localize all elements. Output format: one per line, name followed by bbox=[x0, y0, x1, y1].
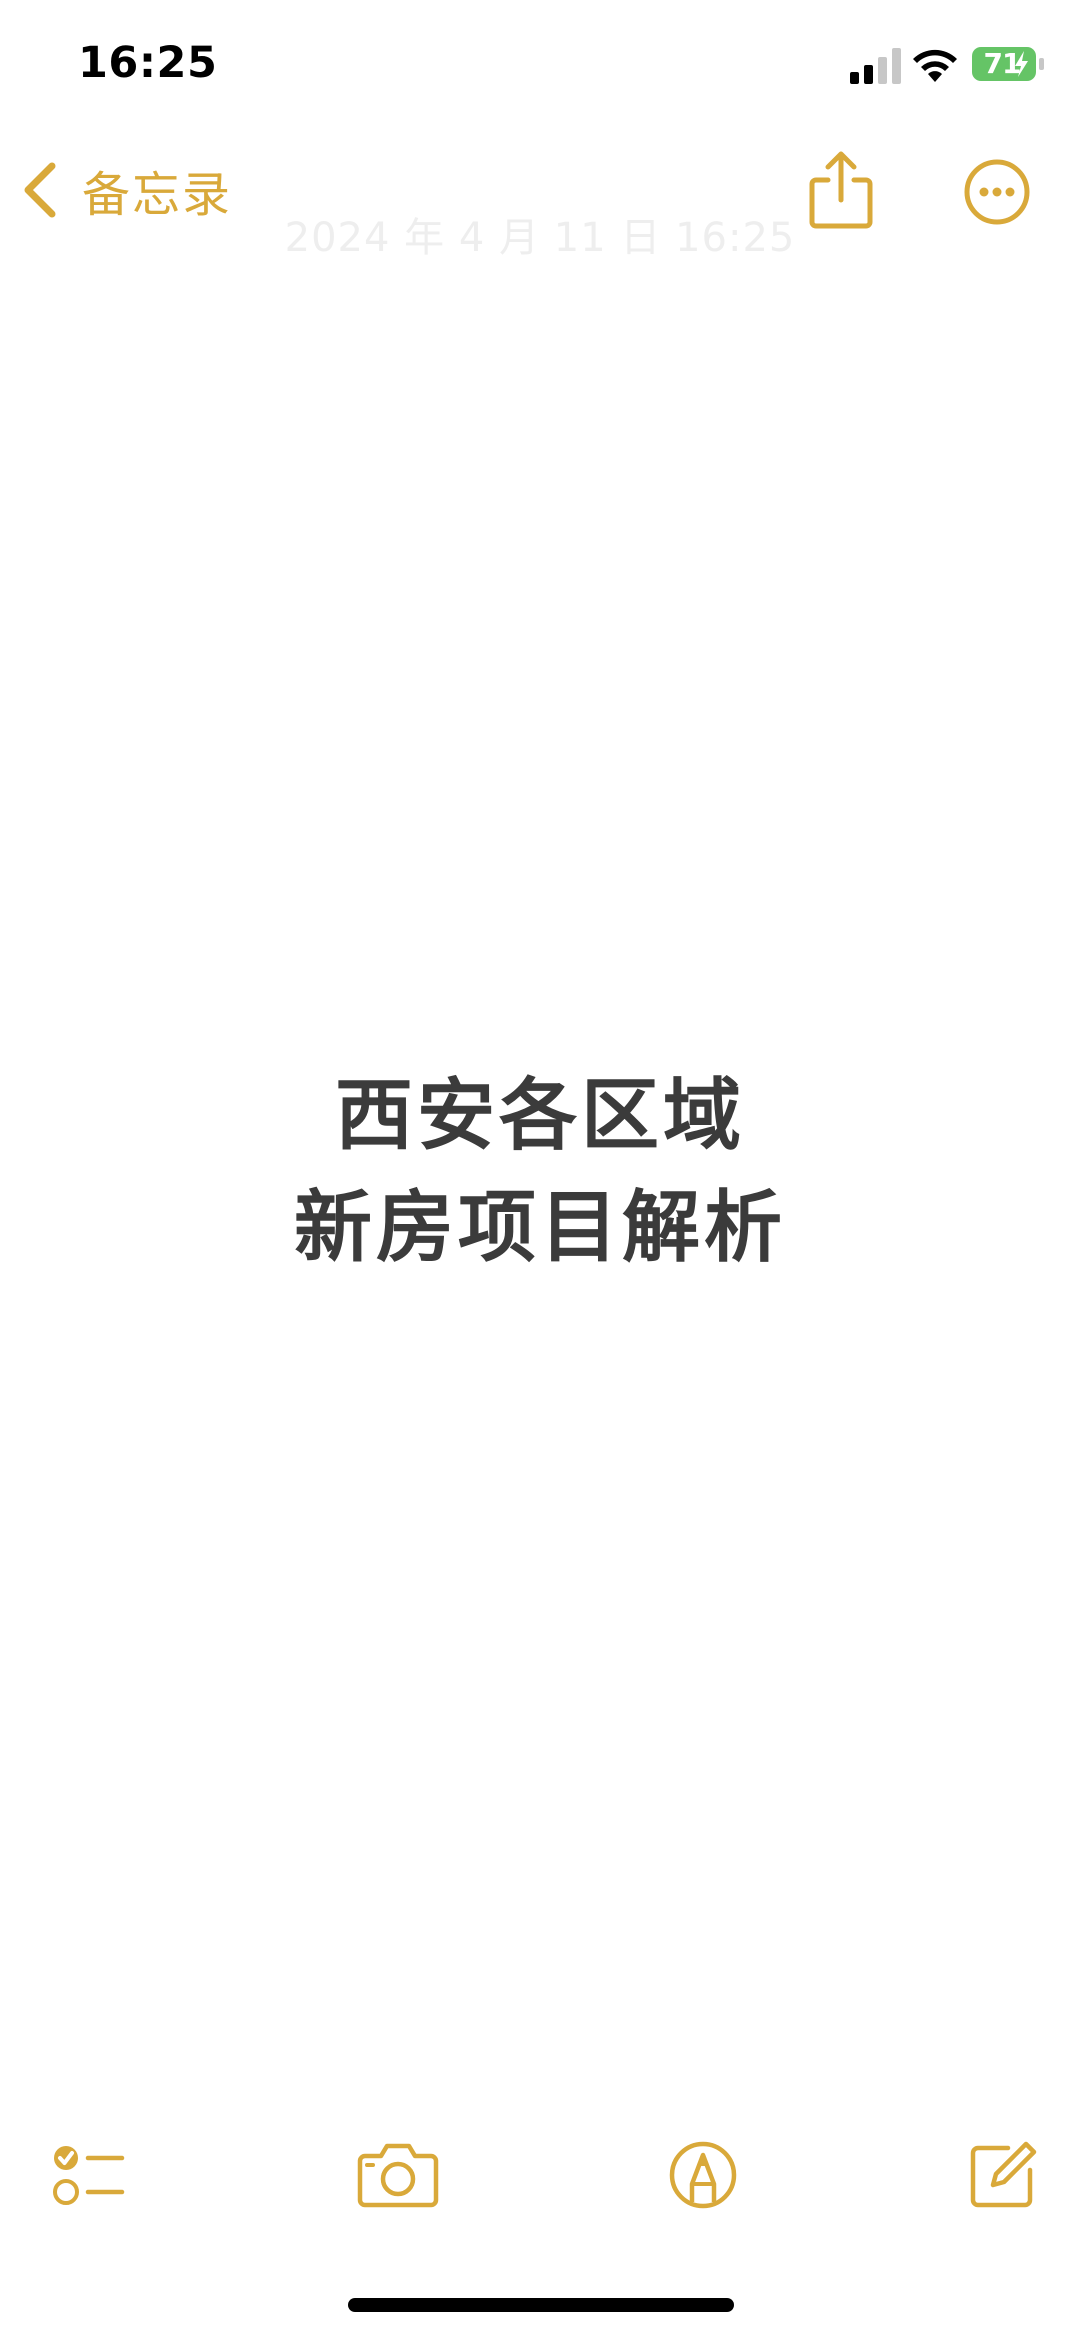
more-ellipsis-icon[interactable] bbox=[963, 158, 1031, 226]
bottom-toolbar bbox=[0, 2130, 1080, 2230]
note-date: 2024 年 4 月 11 日 16:25 bbox=[284, 215, 796, 261]
battery-level: 71 bbox=[983, 47, 1022, 80]
camera-icon[interactable] bbox=[357, 2140, 439, 2208]
note-title-line-2: 新房项目解析 bbox=[293, 1183, 786, 1273]
status-bar: 16:25 71 bbox=[0, 0, 1080, 130]
markup-pen-icon[interactable] bbox=[668, 2140, 738, 2210]
status-time: 16:25 bbox=[78, 38, 218, 88]
cellular-signal-icon bbox=[850, 48, 901, 84]
wifi-icon bbox=[913, 49, 957, 82]
home-indicator[interactable] bbox=[348, 2298, 734, 2312]
note-title-line-1: 西安各区域 bbox=[334, 1071, 745, 1161]
note-body[interactable]: 西安各区域 新房项目解析 bbox=[0, 1060, 1080, 1284]
share-icon[interactable] bbox=[806, 150, 876, 230]
compose-icon[interactable] bbox=[968, 2140, 1038, 2210]
checklist-icon[interactable] bbox=[52, 2140, 126, 2214]
